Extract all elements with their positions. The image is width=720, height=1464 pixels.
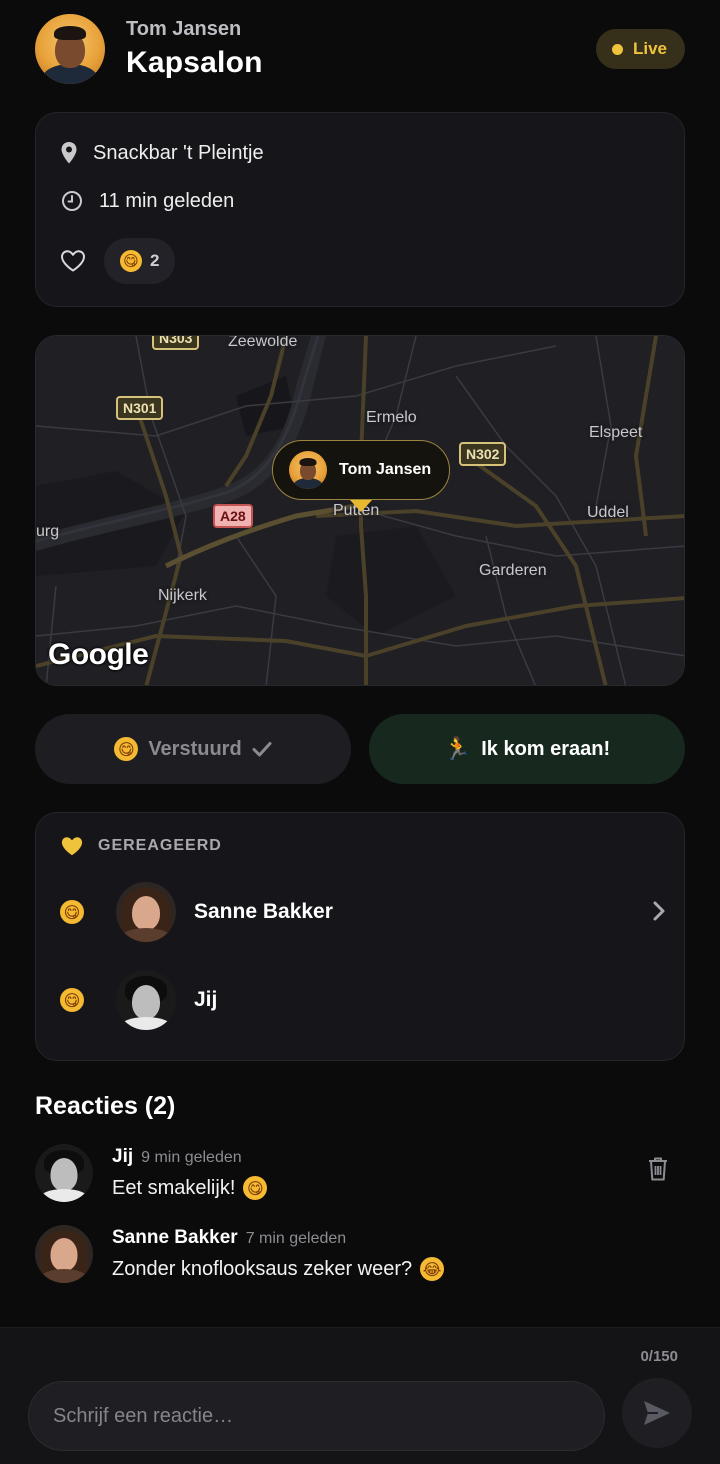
yum-emoji-icon: 😋 (60, 988, 84, 1012)
heart-filled-icon (61, 837, 83, 856)
avatar-body (120, 1017, 172, 1030)
reacted-person-row[interactable]: 😋 Sanne Bakker (60, 880, 670, 944)
send-button[interactable] (622, 1378, 692, 1448)
post-title: Kapsalon (126, 46, 263, 79)
comment-item: Sanne Bakker 7 min geleden Zonder knofloo… (35, 1225, 685, 1287)
avatar-body (121, 928, 171, 942)
avatar-hair (54, 26, 86, 40)
send-icon (644, 1401, 670, 1425)
author-name[interactable]: Tom Jansen (126, 18, 241, 41)
map-label-nijkerk: Nijkerk (158, 587, 207, 604)
live-dot-icon (611, 43, 623, 55)
reacted-card: GEREAGEERD 😋 Sanne Bakker 😋 Jij (35, 812, 685, 1061)
coming-button[interactable]: 🏃 Ik kom eraan! (369, 714, 685, 784)
avatar-face (50, 1238, 78, 1271)
pin-user-name: Tom Jansen (339, 461, 432, 478)
delete-comment-button[interactable] (647, 1156, 669, 1182)
clock-icon (62, 191, 82, 211)
comment-time: 9 min geleden (141, 1149, 242, 1166)
avatar-body (39, 1189, 89, 1202)
chevron-right-icon[interactable] (652, 900, 666, 922)
live-label: Live (632, 39, 667, 58)
char-counter: 0/150 (640, 1348, 678, 1365)
comment-author: Jij 9 min geleden (112, 1146, 242, 1168)
comment-avatar (35, 1225, 93, 1283)
comment-author-name: Jij (112, 1146, 134, 1167)
reacted-heading: GEREAGEERD (60, 835, 222, 857)
reaction-row: 😋 2 (60, 238, 176, 284)
map-label-uddel: Uddel (587, 504, 629, 521)
yum-emoji-icon: 😋 (60, 900, 84, 924)
map-label-elspeet: Elspeet (589, 424, 643, 441)
person-name: Sanne Bakker (194, 900, 333, 923)
map-label-ermelo: Ermelo (366, 409, 417, 426)
avatar-body (40, 1269, 88, 1283)
checkmark-icon (252, 742, 272, 757)
reaction-count-pill[interactable]: 😋 2 (104, 238, 176, 284)
person-avatar (116, 970, 176, 1030)
comment-body: Eet smakelijk! (112, 1176, 236, 1199)
pin-pointer (350, 500, 372, 512)
info-card: Snackbar 't Pleintje 11 min geleden 😋 2 (35, 112, 685, 307)
road-shield-n301: N301 (116, 396, 164, 420)
map-label-edge: urg (36, 523, 60, 540)
sent-label: Verstuurd (148, 737, 242, 760)
live-badge: Live (595, 29, 685, 69)
laughing-emoji-icon: 😂 (420, 1257, 445, 1281)
location-map[interactable]: Zeewolde Ermelo Elspeet Putten Uddel Gar… (35, 335, 685, 686)
yum-emoji-icon: 😋 (114, 737, 139, 761)
road-shield-n303: N303 (152, 336, 200, 350)
person-avatar (116, 882, 176, 942)
avatar-face (50, 1158, 78, 1191)
location-row: Snackbar 't Pleintje (60, 141, 264, 165)
comment-time: 7 min geleden (245, 1230, 347, 1247)
comment-item: Jij 9 min geleden Eet smakelijk! 😋 (35, 1144, 685, 1206)
pin-avatar (289, 451, 327, 489)
comment-author-name: Sanne Bakker (112, 1227, 238, 1248)
author-avatar[interactable] (35, 14, 105, 84)
comments-title: Reacties (2) (35, 1092, 176, 1120)
comment-text: Eet smakelijk! 😋 (112, 1176, 268, 1200)
comment-author: Sanne Bakker 7 min geleden (112, 1227, 346, 1249)
time-row: 11 min geleden (60, 189, 234, 213)
comment-input[interactable] (28, 1381, 605, 1451)
reaction-count: 2 (150, 251, 160, 270)
map-label-garderen: Garderen (479, 562, 547, 579)
location-text: Snackbar 't Pleintje (93, 141, 264, 164)
google-logo: Google (48, 638, 149, 671)
yum-emoji-icon: 😋 (243, 1176, 268, 1200)
map-user-pin[interactable]: Tom Jansen (272, 440, 451, 500)
sent-button[interactable]: 😋 Verstuurd (35, 714, 351, 784)
road-shield-a28: A28 (213, 504, 253, 528)
time-ago-text: 11 min geleden (99, 189, 235, 212)
like-button[interactable] (60, 248, 86, 274)
reacted-heading-label: GEREAGEERD (98, 837, 222, 854)
avatar-face (132, 896, 160, 930)
comment-body: Zonder knoflooksaus zeker weer? (112, 1257, 413, 1280)
location-pin-icon (61, 142, 77, 164)
person-name: Jij (194, 988, 218, 1011)
pin-avatar-hair (299, 458, 317, 466)
comment-avatar (35, 1144, 93, 1202)
yum-emoji-icon: 😋 (120, 250, 142, 272)
comment-composer: 0/150 (0, 1327, 720, 1464)
avatar-face (132, 985, 160, 1019)
heart-outline-icon (61, 250, 85, 272)
post-header: Tom Jansen Kapsalon Live (35, 14, 685, 86)
comment-text: Zonder knoflooksaus zeker weer? 😂 (112, 1257, 445, 1281)
reacted-person-row[interactable]: 😋 Jij (60, 968, 670, 1032)
coming-label: Ik kom eraan! (481, 737, 611, 760)
road-shield-n302: N302 (459, 442, 507, 466)
runner-icon: 🏃 (443, 736, 472, 761)
map-label-zeewolde: Zeewolde (228, 335, 298, 350)
